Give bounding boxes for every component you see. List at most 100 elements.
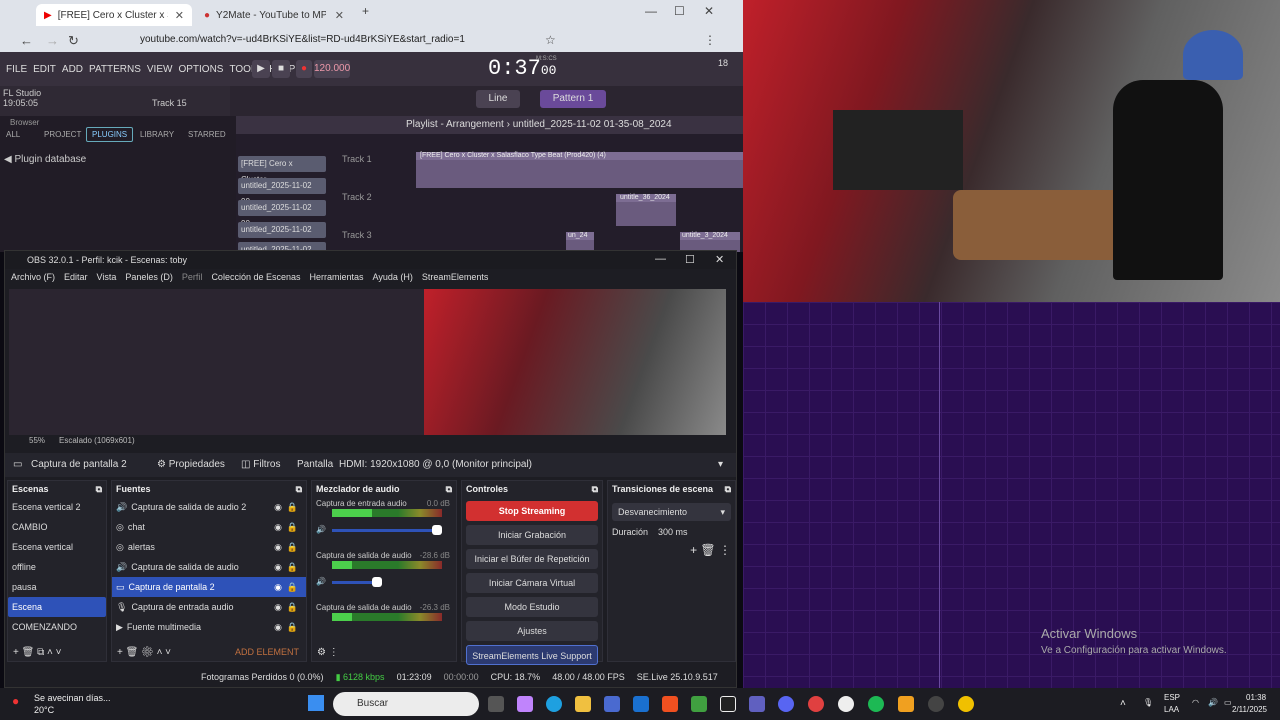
pattern-item[interactable]: untitled_2025-11-02 00-... bbox=[238, 200, 326, 228]
file-explorer-icon[interactable] bbox=[575, 696, 591, 712]
scene-item[interactable]: COMENZANDO bbox=[8, 617, 106, 637]
chrome-icon[interactable] bbox=[808, 696, 824, 712]
lock-icon[interactable]: 🔒 bbox=[287, 517, 298, 537]
menu-file[interactable]: FILE bbox=[6, 64, 27, 75]
source-item-selected[interactable]: ▭ Captura de pantalla 2 ◉ 🔒 bbox=[112, 577, 306, 597]
vlc-icon[interactable] bbox=[958, 696, 974, 712]
pattern-select[interactable]: Pattern 1 bbox=[540, 90, 606, 108]
plugin-database-item[interactable]: ◀ Plugin database bbox=[4, 154, 86, 165]
speaker-icon[interactable]: 🔊 bbox=[316, 525, 326, 534]
lock-icon[interactable]: 🔒 bbox=[287, 557, 298, 577]
close-button[interactable]: ✕ bbox=[704, 4, 714, 18]
source-item[interactable]: 🔊 Captura de salida de audio ◉ 🔒 bbox=[112, 557, 306, 577]
source-item[interactable]: ◎ chat ◉ 🔒 bbox=[112, 517, 306, 537]
eye-icon[interactable]: ◉ bbox=[274, 557, 282, 577]
duration-input[interactable]: 300 ms bbox=[658, 527, 688, 537]
clock-time[interactable]: 01:38 bbox=[1246, 693, 1266, 702]
maximize-button[interactable]: ☐ bbox=[674, 4, 685, 18]
eye-icon[interactable]: ◉ bbox=[274, 577, 282, 597]
scene-add-icon[interactable]: + 🗑 ⧉ ˄ ˅ bbox=[13, 647, 61, 658]
spotify-icon[interactable] bbox=[868, 696, 884, 712]
browser-tab-plugins[interactable]: PLUGINS bbox=[86, 127, 134, 142]
battery-icon[interactable]: ▭ bbox=[1224, 698, 1232, 707]
obs-preview[interactable] bbox=[9, 289, 726, 435]
stop-button[interactable]: ■ bbox=[272, 60, 290, 78]
fl-studio-icon[interactable] bbox=[898, 696, 914, 712]
browser-tab-all[interactable]: ALL bbox=[6, 130, 20, 139]
tempo-display[interactable]: 120.000 bbox=[314, 60, 350, 78]
lock-icon[interactable]: 🔒 bbox=[287, 577, 298, 597]
lock-icon[interactable]: 🔒 bbox=[287, 537, 298, 557]
track-label[interactable]: Track 3 bbox=[342, 230, 372, 240]
scale-label[interactable]: Escalado (1069x601) bbox=[59, 436, 135, 448]
menu-paneles[interactable]: Paneles (D) bbox=[125, 272, 173, 288]
lock-icon[interactable]: 🔒 bbox=[287, 597, 298, 617]
replay-buffer-button[interactable]: Iniciar el Búfer de Repetición bbox=[466, 549, 598, 569]
source-item[interactable]: 🔊 Captura de salida de audio 2 ◉ 🔒 bbox=[112, 497, 306, 517]
obs-close-button[interactable]: ✕ bbox=[715, 253, 724, 266]
pattern-item[interactable]: untitled_2025-11-02 00-... bbox=[238, 222, 326, 250]
address-bar[interactable]: youtube.com/watch?v=-ud4BrKSiYE&list=RD-… bbox=[140, 31, 510, 49]
eye-icon[interactable]: ◉ bbox=[274, 617, 282, 637]
task-view-icon[interactable] bbox=[488, 696, 504, 712]
settings-button[interactable]: Ajustes bbox=[466, 621, 598, 641]
streamelements-support-button[interactable]: StreamElements Live Support bbox=[466, 645, 598, 665]
menu-add[interactable]: ADD bbox=[62, 64, 83, 75]
properties-button[interactable]: ⚙ Propiedades bbox=[157, 459, 225, 470]
track-label[interactable]: Track 2 bbox=[342, 192, 372, 202]
audio-clip[interactable]: un_24 bbox=[566, 232, 594, 252]
eye-icon[interactable]: ◉ bbox=[274, 517, 282, 537]
volume-icon[interactable]: 🔊 bbox=[1208, 698, 1218, 707]
tab-y2mate[interactable]: ● Y2Mate - YouTube to MP3 Conv ✕ bbox=[196, 4, 352, 26]
menu-perfil[interactable]: Perfil bbox=[182, 272, 203, 288]
lock-icon[interactable]: 🔒 bbox=[287, 497, 298, 517]
start-recording-button[interactable]: Iniciar Grabación bbox=[466, 525, 598, 545]
audio-clip[interactable]: untitle_36_2024 bbox=[616, 194, 676, 226]
volume-knob[interactable] bbox=[372, 577, 382, 587]
display-select[interactable]: HDMI: 1920x1080 @ 0,0 (Monitor principal… bbox=[339, 459, 729, 470]
menu-streamelements[interactable]: StreamElements bbox=[422, 272, 489, 288]
source-item[interactable]: ◎ alertas ◉ 🔒 bbox=[112, 537, 306, 557]
dock-undock-icon[interactable]: ⧉ bbox=[725, 484, 731, 494]
lock-icon[interactable]: 🔒 bbox=[287, 617, 298, 637]
volume-slider[interactable] bbox=[332, 529, 442, 532]
browser-tab-library[interactable]: LIBRARY bbox=[140, 130, 174, 139]
scene-item[interactable]: offline bbox=[8, 557, 106, 577]
studio-mode-button[interactable]: Modo Estudio bbox=[466, 597, 598, 617]
audio-clip[interactable]: untitle_3_2024 bbox=[680, 232, 740, 252]
pattern-item[interactable]: [FREE] Cero x Cluster... bbox=[238, 156, 326, 184]
add-icon[interactable]: + bbox=[690, 543, 697, 557]
virtual-camera-button[interactable]: Iniciar Cámara Virtual bbox=[466, 573, 598, 593]
browser-tab-project[interactable]: PROJECT bbox=[44, 130, 81, 139]
copilot-icon[interactable] bbox=[517, 696, 533, 712]
windows-start-icon[interactable] bbox=[308, 695, 324, 711]
close-tab-icon[interactable]: ✕ bbox=[335, 9, 344, 22]
more-icon[interactable]: ⋮ bbox=[719, 543, 731, 557]
stop-streaming-button[interactable]: Stop Streaming bbox=[466, 501, 598, 521]
dock-undock-icon[interactable]: ⧉ bbox=[592, 484, 598, 494]
language[interactable]: ESP bbox=[1164, 693, 1180, 702]
menu-icon[interactable]: ⋮ bbox=[704, 33, 716, 47]
scene-item[interactable]: CAMBIO bbox=[8, 517, 106, 537]
discord-icon[interactable] bbox=[778, 696, 794, 712]
audio-clip[interactable]: [FREE] Cero x Cluster x Salasflaco Type … bbox=[416, 152, 743, 188]
scene-item[interactable]: Escena vertical 2 bbox=[8, 497, 106, 517]
scene-item[interactable]: pausa bbox=[8, 577, 106, 597]
tab-youtube[interactable]: ▶ [FREE] Cero x Cluster x Salasflac ✕ bbox=[36, 4, 192, 26]
reload-icon[interactable]: ↻ bbox=[68, 33, 79, 49]
menu-herramientas[interactable]: Herramientas bbox=[310, 272, 364, 288]
scene-item[interactable]: Escena vertical bbox=[8, 537, 106, 557]
clock-date[interactable]: 2/11/2025 bbox=[1232, 705, 1267, 714]
chevron-up-icon[interactable]: ˄ bbox=[1120, 698, 1126, 709]
source-item[interactable]: 🎙 Captura de entrada audio ◉ 🔒 bbox=[112, 597, 306, 617]
close-tab-icon[interactable]: ✕ bbox=[175, 9, 184, 22]
eye-icon[interactable]: ◉ bbox=[274, 497, 282, 517]
source-add-icon[interactable]: + 🗑 ⚙ ˄ ˅ bbox=[117, 647, 171, 658]
filters-button[interactable]: ◫ Filtros bbox=[241, 459, 280, 470]
eye-icon[interactable]: ◉ bbox=[274, 597, 282, 617]
dock-undock-icon[interactable]: ⧉ bbox=[96, 484, 102, 494]
volume-knob[interactable] bbox=[432, 525, 442, 535]
add-element-button[interactable]: ADD ELEMENT bbox=[235, 647, 299, 657]
speaker-icon[interactable]: 🔊 bbox=[316, 577, 326, 586]
browser-tab-starred[interactable]: STARRED bbox=[188, 130, 226, 139]
